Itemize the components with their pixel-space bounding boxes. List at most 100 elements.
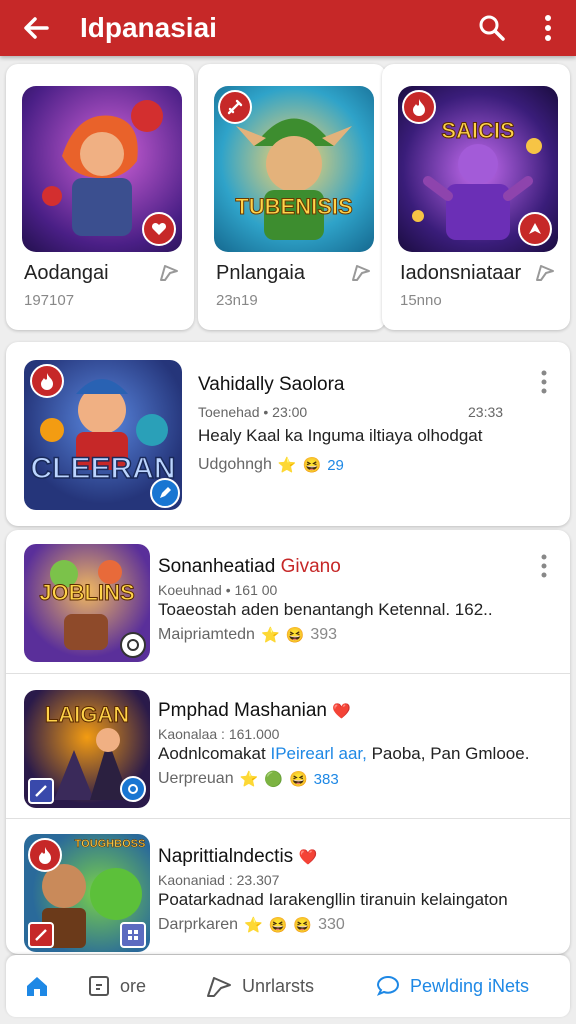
item-description: Aodnlcomakat IPeirearl aar, Paoba, Pan G… [158,744,529,764]
thumbnail-title-art: JOBLINS [39,580,135,606]
item-author: Darprkaren [158,916,239,933]
flame-badge-icon [30,364,64,398]
item-description-text: Aodnlcomakat [158,744,266,763]
item-title-accent: Givano [280,556,341,577]
nav-label: ore [120,975,147,996]
list-item[interactable]: CLEERAN Vahidally Saolora Toenehad • 23:… [6,342,570,526]
item-title: Vahidally Saolora [198,374,345,395]
game-thumbnail: JOBLINS [24,544,150,662]
item-meta: Koeuhnad • 161 00 [158,582,278,598]
circle-badge-icon [120,776,146,802]
game-art [22,86,182,252]
item-author: Udgohngh [198,456,272,473]
comment-count: 383 [313,770,339,788]
back-arrow-icon [24,17,49,39]
smile-icon: 😆 [288,770,308,788]
more-vert-icon [545,15,551,41]
share-icon [207,977,231,997]
link-badge-icon [120,632,146,658]
star-icon: ⭐ [244,916,263,934]
page-title: Idpanasiai [80,12,217,43]
star-icon: ⭐ [277,456,297,474]
heart-icon: ❤️ [332,703,351,720]
item-title: Sonanheatiad Givano [158,556,341,578]
game-art: TUBENISIS [214,86,374,252]
star-icon: ⭐ [260,626,280,644]
slash-badge-icon [28,778,54,804]
nav-messages[interactable]: Pewlding iNets [364,955,564,1017]
comment-count: 29 [327,456,344,474]
smile-icon: 😆 [302,456,322,474]
featured-count: 197107 [24,292,75,309]
item-title: Naprittialndectis ❤️ [158,846,317,868]
thumbnail-title-art: LAIGAN [44,702,130,728]
item-meta: Toenehad • 23:00 [198,404,308,420]
green-dot-icon: 🟢 [264,770,283,788]
edit-badge-icon [150,478,180,508]
nav-more[interactable]: ore [76,955,194,1017]
slash-badge-icon [28,922,54,948]
smile-icon: 😆 [268,916,288,934]
item-footer: Uerpreuan ⭐ 🟢 😆 383 [158,770,339,788]
thumbnail-title-art: TOUGHBOSS [74,838,146,851]
game-thumbnail: CLEERAN [24,360,182,510]
featured-row: Aodangai 197107 TUBENISIS Pnlangaia 23n1… [6,64,570,330]
game-thumbnail: LAIGAN [24,690,150,808]
featured-card[interactable]: TUBENISIS Pnlangaia 23n19 [198,64,386,330]
star-icon: ⭐ [239,770,259,788]
item-title-text: Naprittialndectis [158,846,294,867]
heart-icon: ❤️ [298,849,318,866]
featured-count: 15nno [400,292,442,309]
featured-card[interactable]: SAICIS Iadonsniataar 15nno [382,64,570,330]
item-title-text: Sonanheatiad [158,556,276,577]
item-title: Pmphad Mashanian ❤️ [158,700,351,722]
chat-bubble-icon [376,976,400,996]
list-item[interactable]: JOBLINS Sonanheatiad Givano Koeuhnad • 1… [6,530,570,672]
feed-card: JOBLINS Sonanheatiad Givano Koeuhnad • 1… [6,530,570,954]
featured-card[interactable]: Aodangai 197107 [6,64,194,330]
overflow-menu-button[interactable] [520,0,576,56]
grid-badge-icon [120,922,146,948]
heart-badge-icon [142,212,176,246]
flame-badge-icon [28,838,62,872]
comment-count: 393 [310,626,338,643]
item-meta: Kaonaniad : 23.307 [158,872,280,888]
back-button[interactable] [8,0,64,56]
item-author: Uerpreuan [158,770,234,787]
flame-badge-icon [402,90,436,124]
more-vert-icon[interactable] [532,552,556,580]
item-footer: Darprkaren ⭐ 😆 😆 330 [158,916,345,934]
game-art: SAICIS [398,86,558,252]
item-author: Maipriamtedn [158,626,255,643]
share-icon[interactable] [348,260,374,286]
search-icon [479,15,505,41]
list-item[interactable]: LAIGAN Pmphad Mashanian ❤️ Kaonalaa : 16… [6,674,570,816]
featured-title-art: TUBENISIS [235,194,353,220]
comment-count: 330 [318,916,345,933]
item-footer: Maipriamtedn ⭐ 😆 393 [158,626,337,644]
item-footer: Udgohngh ⭐ 😆 29 [198,456,344,474]
share-icon[interactable] [156,260,182,286]
search-button[interactable] [464,0,520,56]
item-description: Toaeostah aden benantangh Ketennal. 162.… [158,600,493,619]
list-item[interactable]: TOUGHBOSS Naprittialndectis ❤️ Kaonaniad… [6,820,570,952]
divider [6,818,570,819]
bottom-navigation: ore Unrlarsts Pewlding iNets [6,955,570,1017]
more-vert-icon[interactable] [532,368,556,396]
nav-label: Pewlding iNets [410,975,530,996]
cursor-badge-icon [518,212,552,246]
item-description: Healy Kaal ka Inguma iltiaya olhodgat [198,426,483,445]
highlight-card[interactable]: CLEERAN Vahidally Saolora Toenehad • 23:… [6,342,570,526]
item-time: 23:33 [468,404,504,420]
game-thumbnail: TOUGHBOSS [24,834,150,952]
smile-icon: 😆 [285,626,305,644]
nav-share[interactable]: Unrlarsts [194,955,364,1017]
item-description-link[interactable]: IPeirearl aar, [270,744,366,763]
nav-label: Unrlarsts [242,975,315,996]
featured-name: Pnlangaia [216,262,305,284]
item-meta: Kaonalaa : 161.000 [158,726,280,742]
featured-name: Iadonsniataar [400,262,522,284]
share-icon[interactable] [532,260,558,286]
nav-home[interactable] [6,955,76,1017]
item-title-text: Pmphad Mashanian [158,700,327,721]
